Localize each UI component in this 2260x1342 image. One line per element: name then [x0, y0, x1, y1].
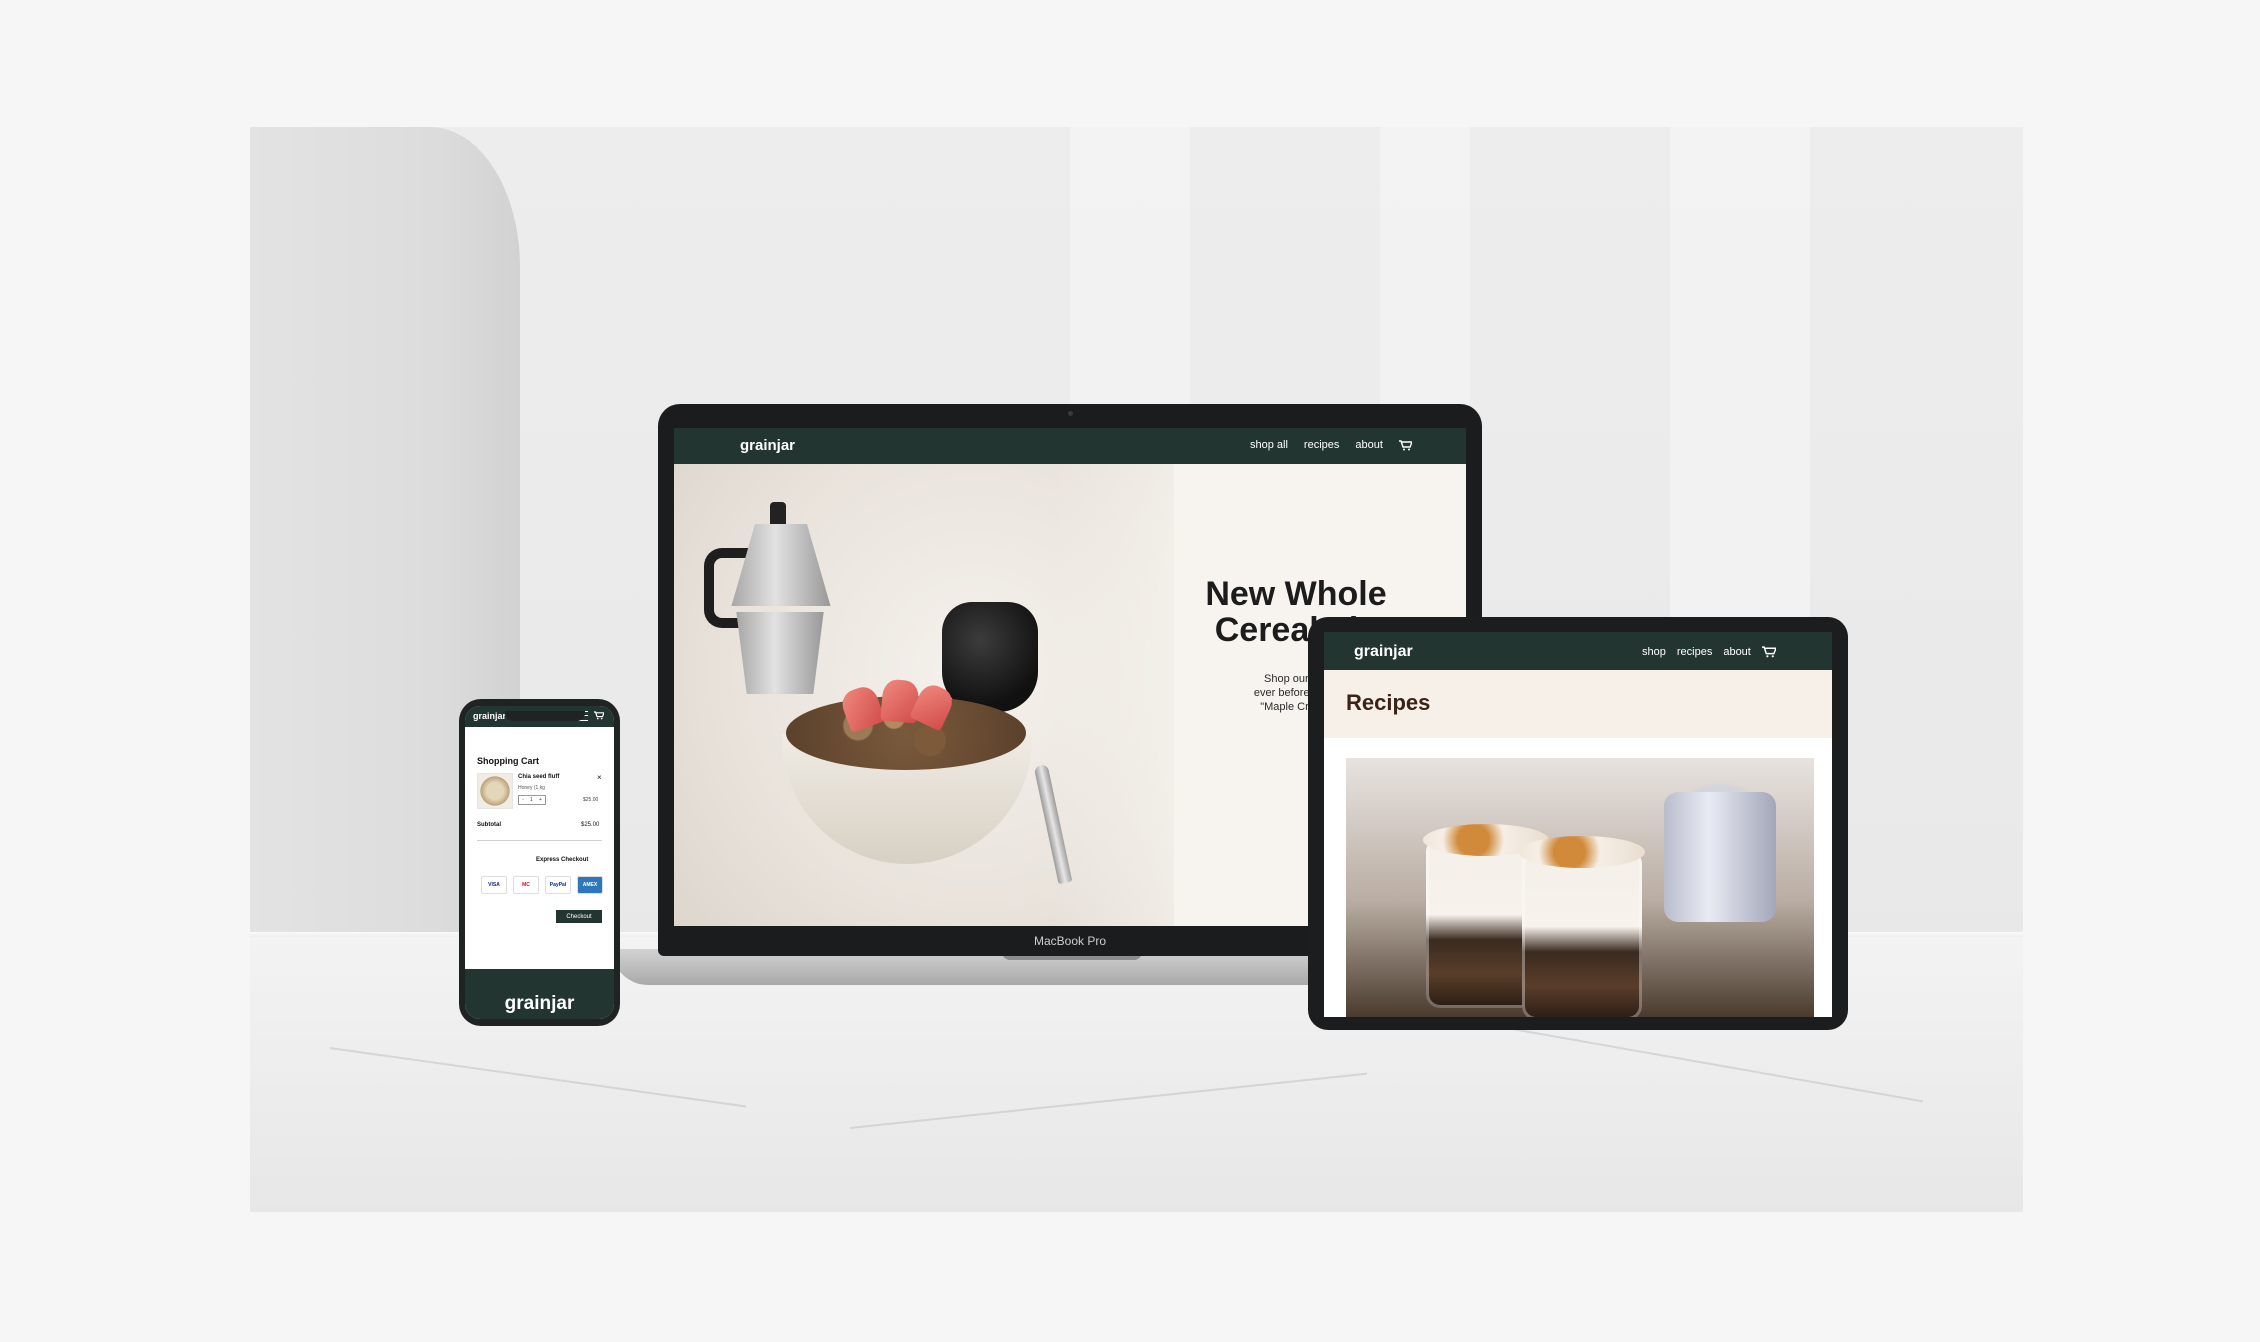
phone-screen: grainjar Shopping Cart Chia seed fluff ×… — [465, 706, 614, 1019]
qty-decrease[interactable]: - — [522, 796, 524, 804]
footer-brand: grainjar — [504, 993, 575, 1014]
recipe-image[interactable] — [1346, 758, 1814, 1017]
tablet-nav: shop recipes about — [1642, 646, 1776, 658]
tablet: grainjar shop recipes about Recipes — [1308, 617, 1848, 1030]
parfait-top — [1519, 836, 1645, 868]
paypal-icon[interactable]: PayPal — [545, 876, 571, 894]
marble-vein — [329, 1047, 747, 1108]
cart-item-price: $25.00 — [583, 797, 599, 803]
cart-icon[interactable] — [1761, 646, 1776, 658]
cart-icon[interactable] — [594, 711, 604, 720]
cart-title: Shopping Cart — [477, 756, 539, 766]
subtotal-label: Subtotal — [477, 822, 501, 828]
cart-item-variant: Honey (1 kg — [518, 785, 545, 791]
cart-item-name[interactable]: Chia seed fluff — [518, 774, 559, 780]
coffee-cup — [942, 602, 1038, 712]
payment-methods: VISA MC PayPal AMEX — [481, 876, 603, 894]
divider — [477, 840, 602, 841]
brand-logo[interactable]: grainjar — [473, 711, 506, 721]
marble-vein — [849, 1072, 1368, 1129]
cart-icon[interactable] — [1398, 439, 1412, 451]
page-title: Recipes — [1346, 690, 1431, 715]
nav-shop[interactable]: shop — [1642, 646, 1666, 658]
laptop-navbar: grainjar shop all recipes about — [674, 428, 1466, 464]
laptop-nav: shop all recipes about — [1250, 439, 1412, 451]
moka-pot-base — [736, 612, 824, 694]
qty-value: 1 — [529, 797, 533, 803]
mastercard-icon[interactable]: MC — [513, 876, 539, 894]
nav-recipes[interactable]: recipes — [1677, 646, 1712, 658]
tablet-navbar: grainjar shop recipes about — [1324, 632, 1832, 670]
mug — [1664, 792, 1776, 922]
quantity-stepper[interactable]: - 1 + — [518, 795, 546, 805]
cart-item-image — [477, 773, 513, 809]
checkout-button[interactable]: Checkout — [556, 910, 602, 923]
phone-notch — [505, 711, 585, 721]
visa-icon[interactable]: VISA — [481, 876, 507, 894]
amex-icon[interactable]: AMEX — [577, 876, 603, 894]
qty-increase[interactable]: + — [539, 796, 542, 804]
phone: grainjar Shopping Cart Chia seed fluff ×… — [459, 699, 620, 1026]
phone-footer: grainjar — [465, 969, 614, 1019]
camera-icon — [1068, 411, 1073, 416]
nav-about[interactable]: about — [1355, 439, 1383, 451]
subtotal-value: $25.00 — [581, 822, 600, 828]
nav-recipes[interactable]: recipes — [1304, 439, 1339, 451]
brand-logo[interactable]: grainjar — [740, 437, 795, 454]
nav-about[interactable]: about — [1723, 646, 1751, 658]
hero-title-line1: New Whole — [1205, 575, 1387, 613]
brand-logo[interactable]: grainjar — [1354, 643, 1413, 661]
tablet-screen: grainjar shop recipes about Recipes — [1324, 632, 1832, 1017]
parfait-jar — [1522, 850, 1642, 1017]
remove-icon[interactable]: × — [597, 773, 602, 782]
recipes-header: Recipes — [1324, 670, 1832, 738]
express-checkout-label: Express Checkout — [536, 857, 589, 863]
nav-shop-all[interactable]: shop all — [1250, 439, 1288, 451]
